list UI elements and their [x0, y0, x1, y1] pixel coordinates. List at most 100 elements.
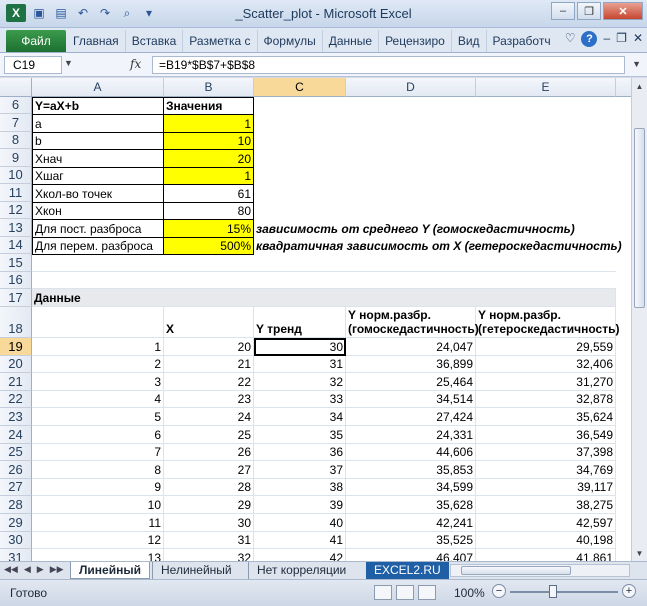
table-cell-d[interactable]: 35,628: [346, 496, 476, 514]
tab-insert[interactable]: Вставка: [124, 30, 183, 52]
table-cell-e[interactable]: 34,769: [476, 461, 616, 479]
table-cell-d[interactable]: 27,424: [346, 408, 476, 426]
table-cell-d[interactable]: 36,899: [346, 356, 476, 373]
table-cell-a[interactable]: 7: [32, 444, 164, 461]
row-header[interactable]: 17: [0, 289, 32, 307]
tab-page-layout[interactable]: Разметка с: [182, 30, 256, 52]
select-all-corner[interactable]: [0, 78, 32, 97]
table-cell-e[interactable]: 39,117: [476, 479, 616, 496]
row-header[interactable]: 30: [0, 532, 32, 549]
table-cell-a[interactable]: 2: [32, 356, 164, 373]
table-cell-c[interactable]: 34: [254, 408, 346, 426]
table-cell-c[interactable]: 31: [254, 356, 346, 373]
table-cell-b[interactable]: 32: [164, 549, 254, 561]
tab-developer[interactable]: Разработч: [485, 30, 557, 52]
table-cell-b[interactable]: 24: [164, 408, 254, 426]
table-cell-a[interactable]: 12: [32, 532, 164, 549]
minimize-ribbon-icon[interactable]: ♡: [565, 31, 576, 47]
cell-c13[interactable]: зависимость от среднего Y (гомоскедастич…: [254, 219, 616, 237]
table-cell-b[interactable]: 27: [164, 461, 254, 479]
table-cell-c[interactable]: 39: [254, 496, 346, 514]
row-16-cells[interactable]: [32, 272, 616, 289]
cell-a9[interactable]: Xнач: [32, 149, 164, 168]
row-header[interactable]: 28: [0, 496, 32, 514]
row-header[interactable]: 11: [0, 184, 32, 202]
table-cell-d[interactable]: 44,606: [346, 444, 476, 461]
row-header[interactable]: 10: [0, 167, 32, 184]
insert-function-icon[interactable]: fx: [130, 57, 141, 71]
table-cell-a[interactable]: 1: [32, 338, 164, 356]
row-header[interactable]: 15: [0, 254, 32, 272]
tab-file[interactable]: Файл: [6, 30, 66, 52]
zoom-slider[interactable]: [510, 591, 618, 593]
table-cell-e[interactable]: 40,198: [476, 532, 616, 549]
cell-a12[interactable]: Xкон: [32, 202, 164, 220]
table-cell-b[interactable]: 28: [164, 479, 254, 496]
row-header[interactable]: 31: [0, 549, 32, 561]
table-cell-c[interactable]: 33: [254, 391, 346, 408]
table-cell-c[interactable]: 32: [254, 373, 346, 391]
table-cell-a[interactable]: 11: [32, 514, 164, 532]
name-box-dropdown-icon[interactable]: ▼: [64, 58, 73, 68]
help-icon[interactable]: ?: [581, 31, 598, 47]
horizontal-scroll-thumb[interactable]: [461, 566, 571, 575]
row-header[interactable]: 25: [0, 444, 32, 461]
cell-b7[interactable]: 1: [163, 114, 254, 133]
workbook-close-icon[interactable]: ✕: [633, 31, 643, 47]
table-cell-e[interactable]: 41,861: [476, 549, 616, 561]
table-cell-d[interactable]: 24,047: [346, 338, 476, 356]
table-cell-d[interactable]: 34,514: [346, 391, 476, 408]
column-header-c[interactable]: C: [254, 78, 346, 97]
cell-a11[interactable]: Xкол-во точек: [32, 184, 164, 203]
cell-a6[interactable]: Y=aX+b: [32, 97, 164, 115]
tab-review[interactable]: Рецензиро: [378, 30, 451, 52]
table-cell-d[interactable]: 25,464: [346, 373, 476, 391]
row-header[interactable]: 6: [0, 97, 32, 114]
column-header-d[interactable]: D: [346, 78, 476, 97]
table-cell-c[interactable]: 37: [254, 461, 346, 479]
scroll-down-icon[interactable]: ▼: [632, 545, 647, 561]
maximize-button[interactable]: ❐: [577, 2, 601, 20]
table-cell-c[interactable]: 40: [254, 514, 346, 532]
cell-b11[interactable]: 61: [163, 184, 254, 203]
tab-data[interactable]: Данные: [321, 30, 378, 52]
zoom-level[interactable]: 100%: [454, 586, 485, 600]
zoom-slider-knob[interactable]: [549, 585, 557, 598]
next-sheet-icon[interactable]: ▶: [37, 564, 44, 575]
expand-formula-bar-icon[interactable]: ▼: [632, 59, 641, 69]
row-header[interactable]: 22: [0, 391, 32, 408]
cell-d18[interactable]: Y норм.разбр. (гомоскедастичность): [346, 307, 479, 338]
table-cell-c[interactable]: 41: [254, 532, 346, 549]
cell-b10[interactable]: 1: [163, 167, 254, 185]
table-cell-a[interactable]: 13: [32, 549, 164, 561]
cell-b13[interactable]: 15%: [163, 219, 254, 238]
table-cell-e[interactable]: 36,549: [476, 426, 616, 444]
table-cell-a[interactable]: 4: [32, 391, 164, 408]
table-cell-e[interactable]: 31,270: [476, 373, 616, 391]
scroll-up-icon[interactable]: ▲: [632, 78, 647, 94]
row-header[interactable]: 26: [0, 461, 32, 479]
table-cell-b[interactable]: 23: [164, 391, 254, 408]
column-header-f[interactable]: [616, 78, 631, 97]
table-cell-e[interactable]: 35,624: [476, 408, 616, 426]
sheet-tab-excel2ru[interactable]: EXCEL2.RU: [366, 562, 449, 579]
table-cell-d[interactable]: 42,241: [346, 514, 476, 532]
horizontal-scrollbar[interactable]: [450, 564, 630, 577]
table-cell-d[interactable]: 46,407: [346, 549, 476, 561]
cell-c14[interactable]: квадратичная зависимость от X (гетероске…: [254, 237, 622, 254]
table-cell-a[interactable]: 8: [32, 461, 164, 479]
row-header[interactable]: 8: [0, 132, 32, 149]
cell-b18[interactable]: X: [164, 307, 254, 338]
row-header[interactable]: 29: [0, 514, 32, 532]
row-15-cells[interactable]: [32, 254, 616, 272]
table-cell-b[interactable]: 21: [164, 356, 254, 373]
table-cell-e[interactable]: 32,878: [476, 391, 616, 408]
row-header[interactable]: 14: [0, 237, 32, 254]
worksheet-grid[interactable]: A B C D E 6 7 8 9 10 11 12 13 14 15 16 1…: [0, 78, 631, 561]
cell-b12[interactable]: 80: [163, 202, 254, 220]
table-cell-c[interactable]: 30: [254, 338, 346, 356]
last-sheet-icon[interactable]: ▶▶: [50, 564, 64, 575]
zoom-out-icon[interactable]: −: [492, 584, 506, 598]
cell-b9[interactable]: 20: [163, 149, 254, 168]
table-cell-b[interactable]: 29: [164, 496, 254, 514]
